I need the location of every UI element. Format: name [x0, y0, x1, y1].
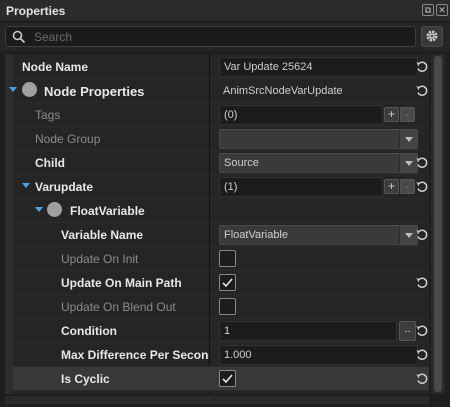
search-row	[0, 22, 450, 51]
check-icon	[222, 278, 233, 288]
expand-arrow-icon[interactable]	[35, 207, 43, 212]
property-row-update-on-init: Update On Init	[13, 247, 429, 271]
properties-panel: Node Name Var Update 25624 Node Properti…	[5, 54, 429, 394]
window-title: Properties	[6, 4, 66, 18]
max-difference-value: 1.000	[224, 349, 252, 361]
variable-name-label: Variable Name	[61, 228, 144, 242]
node-group-dropdown[interactable]	[219, 129, 418, 149]
reset-icon[interactable]	[415, 276, 429, 290]
tags-label: Tags	[35, 108, 61, 122]
search-input[interactable]	[34, 29, 404, 44]
property-row-update-on-main-path: Update On Main Path	[13, 271, 429, 295]
property-row-variable-name: Variable Name FloatVariable	[13, 223, 429, 247]
reset-icon[interactable]	[415, 156, 429, 170]
update-on-init-label: Update On Init	[61, 252, 139, 266]
update-on-blend-out-label: Update On Blend Out	[61, 300, 176, 314]
property-row-node-name: Node Name Var Update 25624	[13, 55, 429, 79]
node-properties-label: Node Properties	[44, 84, 145, 99]
max-difference-label: Max Difference Per Second	[61, 348, 209, 362]
check-icon	[222, 374, 233, 384]
child-value: Source	[224, 157, 259, 169]
varupdate-field: (1)	[219, 177, 383, 197]
child-dropdown[interactable]: Source	[219, 153, 418, 173]
condition-label: Condition	[61, 324, 117, 338]
reset-icon[interactable]	[415, 228, 429, 242]
varupdate-label: Varupdate	[35, 180, 94, 194]
update-on-blend-out-checkbox[interactable]	[219, 298, 236, 315]
condition-value: 1	[224, 325, 231, 337]
node-name-field[interactable]: Var Update 25624	[219, 57, 418, 77]
search-box[interactable]	[5, 26, 416, 47]
reset-icon[interactable]	[415, 84, 429, 98]
property-row-node-properties: Node Properties AnimSrcNodeVarUpdate	[9, 79, 429, 103]
property-row-tags: Tags (0) + -	[13, 103, 429, 127]
update-on-init-checkbox[interactable]	[219, 250, 236, 267]
condition-field[interactable]: 1	[219, 321, 397, 341]
scrollbar-thumb[interactable]	[434, 56, 442, 392]
vertical-scrollbar[interactable]	[431, 54, 445, 394]
property-row-varupdate: Varupdate (1) + -	[13, 175, 429, 199]
property-row-max-difference: Max Difference Per Second 1.000	[13, 343, 429, 367]
property-row-floatvariable: FloatVariable	[13, 199, 429, 223]
chevron-down-icon	[399, 130, 417, 148]
is-cyclic-label: Is Cyclic	[61, 372, 110, 386]
add-button[interactable]: +	[384, 107, 399, 122]
property-row-update-on-blend-out: Update On Blend Out	[13, 295, 429, 319]
variable-name-dropdown[interactable]: FloatVariable	[219, 225, 418, 245]
update-on-main-path-checkbox[interactable]	[219, 274, 236, 291]
indent-gutter	[5, 54, 13, 394]
tags-field: (0)	[219, 105, 383, 125]
settings-button[interactable]	[421, 26, 443, 47]
node-circle-icon	[47, 202, 62, 217]
property-row-condition: Condition 1 ..	[13, 319, 429, 343]
close-icon[interactable]: ✕	[436, 4, 448, 16]
is-cyclic-checkbox[interactable]	[219, 370, 236, 387]
reset-icon[interactable]	[415, 60, 429, 74]
remove-button[interactable]: -	[400, 107, 415, 122]
node-name-value: Var Update 25624	[224, 61, 313, 73]
child-label: Child	[35, 156, 65, 170]
node-group-label: Node Group	[35, 132, 101, 146]
property-row-is-cyclic[interactable]: Is Cyclic	[13, 367, 429, 391]
node-properties-value: AnimSrcNodeVarUpdate	[223, 85, 343, 97]
title-bar: Properties ⧉ ✕	[0, 0, 450, 22]
remove-button[interactable]: -	[400, 179, 415, 194]
reset-icon[interactable]	[415, 180, 429, 194]
gear-icon	[426, 30, 438, 42]
property-row-node-group: Node Group	[13, 127, 429, 151]
floatvariable-label: FloatVariable	[70, 204, 145, 218]
tags-value: (0)	[224, 109, 238, 121]
search-icon	[12, 30, 26, 44]
variable-name-value: FloatVariable	[224, 229, 288, 241]
varupdate-value: (1)	[224, 181, 238, 193]
update-on-main-path-label: Update On Main Path	[61, 276, 182, 290]
expand-arrow-icon[interactable]	[9, 87, 17, 92]
popout-icon[interactable]: ⧉	[422, 4, 434, 16]
node-circle-icon	[22, 82, 37, 97]
browse-button[interactable]: ..	[399, 321, 416, 341]
expand-arrow-icon[interactable]	[22, 183, 30, 188]
reset-icon[interactable]	[415, 372, 429, 386]
horizontal-scrollbar[interactable]	[5, 396, 429, 404]
reset-icon[interactable]	[415, 348, 429, 362]
node-name-label: Node Name	[22, 60, 89, 74]
property-row-child: Child Source	[13, 151, 429, 175]
max-difference-field[interactable]: 1.000	[219, 345, 418, 365]
reset-icon[interactable]	[415, 324, 429, 338]
add-button[interactable]: +	[384, 179, 399, 194]
